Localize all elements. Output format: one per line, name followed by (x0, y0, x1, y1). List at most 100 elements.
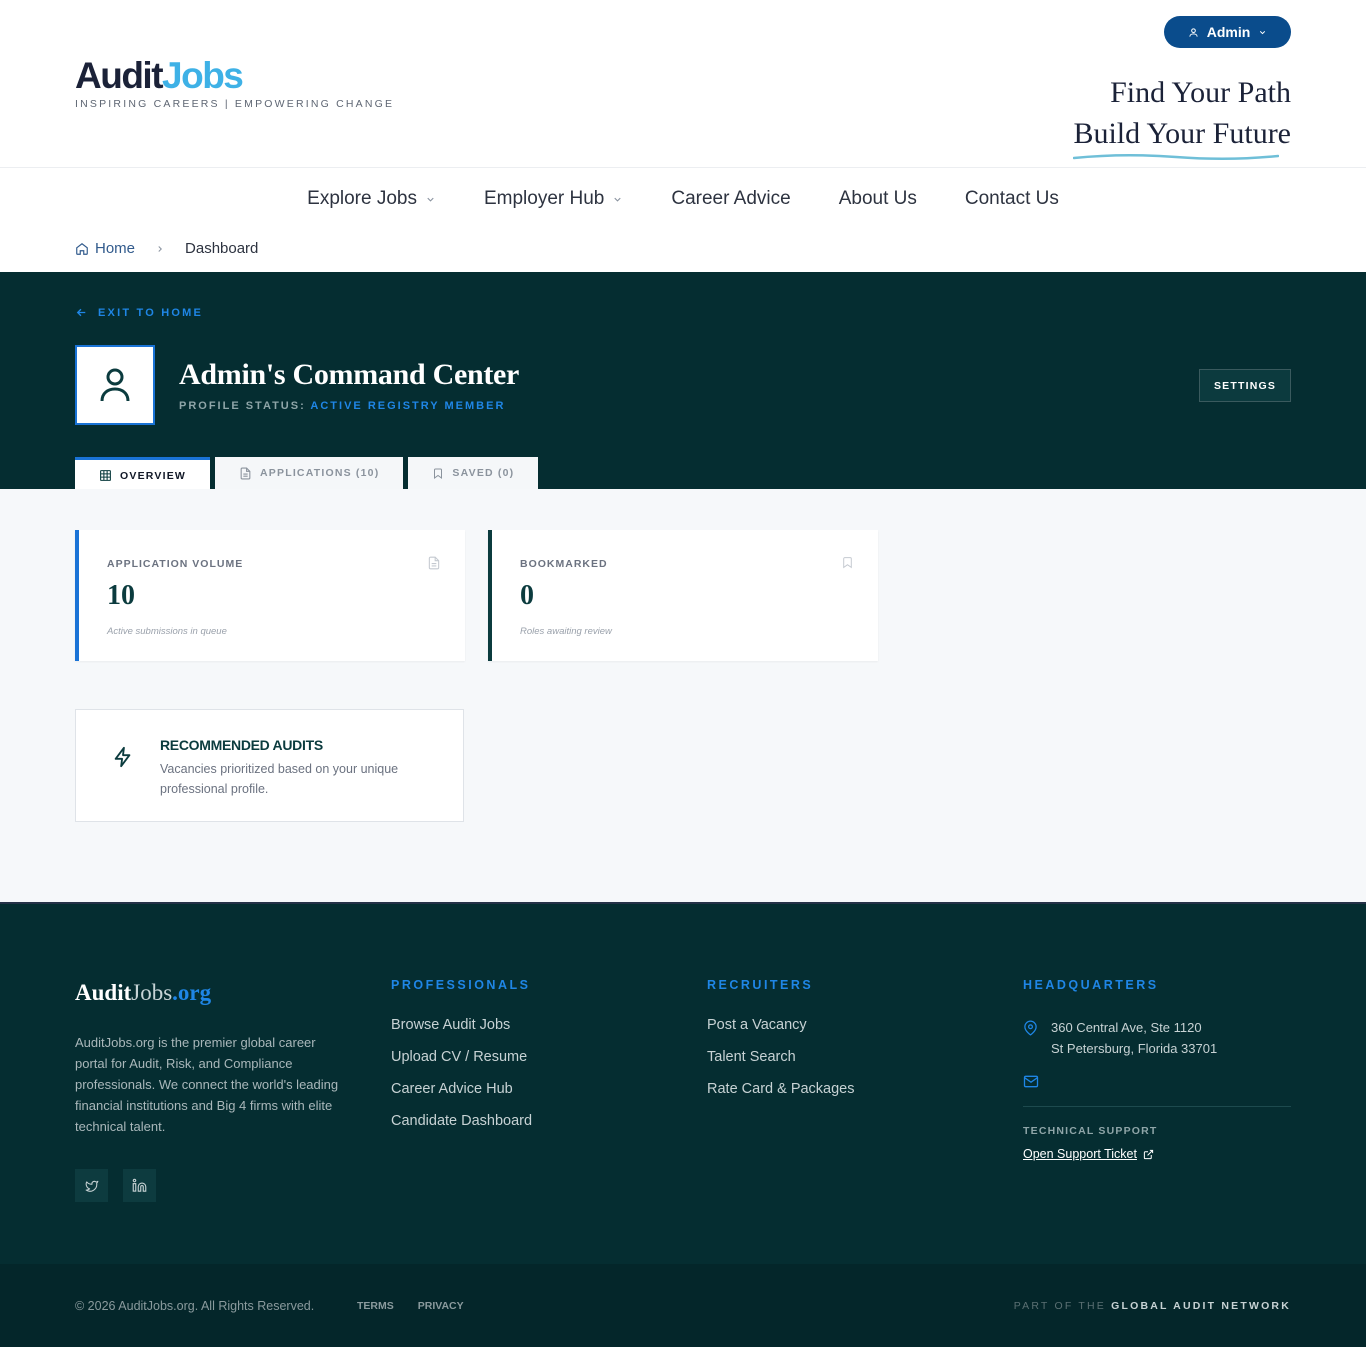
twitter-link[interactable] (75, 1169, 108, 1202)
twitter-icon (85, 1180, 98, 1192)
mail-icon[interactable] (1023, 1075, 1039, 1088)
profile-status-label: PROFILE STATUS: (179, 400, 306, 412)
site-logo[interactable]: AuditJobs (75, 55, 244, 96)
stat-subtext: Active submissions in queue (107, 626, 227, 637)
nav-career-advice[interactable]: Career Advice (671, 188, 790, 210)
stat-card-bookmarked: BOOKMARKED 0 Roles awaiting review (488, 530, 878, 661)
user-menu-button[interactable]: Admin (1164, 16, 1291, 48)
recommended-description: Vacancies prioritized based on your uniq… (160, 762, 399, 796)
tab-overview-label: OVERVIEW (120, 469, 187, 482)
footer-link-browse-audit-jobs[interactable]: Browse Audit Jobs (391, 1016, 532, 1035)
nav-about-us-label: About Us (838, 188, 917, 209)
main-nav: Explore Jobs Employer Hub Career Advice … (0, 168, 1366, 230)
grid-icon (100, 470, 111, 481)
breadcrumb-home-label: Home (95, 240, 136, 257)
user-icon (1189, 27, 1198, 37)
legal-links: TERMS PRIVACY (357, 1300, 464, 1312)
logo-text-jobs: Jobs (162, 55, 244, 96)
footer-divider (1023, 1106, 1291, 1107)
linkedin-link[interactable] (123, 1169, 156, 1202)
tab-applications-label: APPLICATIONS (10) (260, 467, 380, 479)
wave-underline (1073, 153, 1280, 161)
home-icon (76, 242, 88, 255)
user-menu-label: Admin (1206, 24, 1251, 40)
site-tagline: INSPIRING CAREERS | EMPOWERING CHANGE (75, 98, 395, 110)
profile-status-value: ACTIVE REGISTRY MEMBER (310, 400, 506, 412)
privacy-link[interactable]: PRIVACY (418, 1300, 464, 1312)
profile-status: PROFILE STATUS: ACTIVE REGISTRY MEMBER (179, 400, 505, 412)
page-title: Admin's Command Center (179, 358, 520, 391)
nav-employer-hub[interactable]: Employer Hub (484, 188, 623, 210)
header-slogan: Find Your Path Build Your Future (1073, 72, 1291, 161)
tab-saved[interactable]: SAVED (0) (408, 457, 539, 489)
document-icon (240, 467, 251, 479)
nav-contact-us[interactable]: Contact Us (965, 188, 1059, 210)
site-footer: AuditJobs.org AuditJobs.org is the premi… (0, 902, 1366, 1264)
stat-subtext: Roles awaiting review (520, 626, 612, 637)
footer-logo-audit: Audit (75, 980, 132, 1005)
network-name: GLOBAL AUDIT NETWORK (1111, 1300, 1291, 1312)
tab-saved-label: SAVED (0) (452, 467, 515, 479)
footer-hq-title: HEADQUARTERS (1023, 978, 1159, 992)
footer-address-line-1: 360 Central Ave, Ste 1120 (1051, 1020, 1202, 1035)
footer-professionals-title: PROFESSIONALS (391, 978, 531, 992)
arrow-left-icon (76, 308, 86, 317)
nav-explore-jobs-label: Explore Jobs (307, 188, 417, 209)
linkedin-icon (132, 1178, 147, 1192)
network-prefix: PART OF THE (1013, 1300, 1106, 1312)
stat-card-applications: APPLICATION VOLUME 10 Active submissions… (75, 530, 465, 661)
map-pin-icon (1024, 1020, 1037, 1036)
tab-applications[interactable]: APPLICATIONS (10) (215, 457, 404, 489)
logo-text-audit: Audit (75, 55, 164, 96)
document-icon (428, 556, 440, 570)
stat-value: 0 (520, 580, 534, 611)
footer-description: AuditJobs.org is the premier global care… (75, 1035, 339, 1134)
footer-logo-org: .org (172, 980, 212, 1005)
settings-button[interactable]: SETTINGS (1199, 369, 1291, 402)
footer-recruiters-links: Post a Vacancy Talent Search Rate Card &… (707, 1016, 855, 1099)
footer-link-rate-card[interactable]: Rate Card & Packages (707, 1080, 855, 1099)
breadcrumb: Home Dashboard (75, 240, 258, 257)
footer-link-post-vacancy[interactable]: Post a Vacancy (707, 1016, 855, 1035)
stat-value: 10 (107, 580, 135, 611)
exit-to-home-label: EXIT TO HOME (98, 306, 204, 319)
stat-label: BOOKMARKED (520, 558, 608, 570)
breadcrumb-current: Dashboard (185, 240, 259, 257)
footer-professionals-links: Browse Audit Jobs Upload CV / Resume Car… (391, 1016, 532, 1131)
tech-support-label: TECHNICAL SUPPORT (1023, 1125, 1158, 1137)
footer-link-upload-cv[interactable]: Upload CV / Resume (391, 1048, 532, 1067)
dashboard-main: APPLICATION VOLUME 10 Active submissions… (0, 489, 1366, 902)
footer-logo-jobs: Jobs (131, 980, 173, 1005)
recommended-title: RECOMMENDED AUDITS (160, 737, 323, 753)
footer-link-career-advice-hub[interactable]: Career Advice Hub (391, 1080, 532, 1099)
nav-explore-jobs[interactable]: Explore Jobs (307, 188, 436, 210)
footer-link-talent-search[interactable]: Talent Search (707, 1048, 855, 1067)
bookmark-icon (434, 468, 443, 479)
footer-address-line-2: St Petersburg, Florida 33701 (1051, 1041, 1218, 1056)
footer-recruiters-title: RECRUITERS (707, 978, 814, 992)
breadcrumb-home[interactable]: Home (75, 240, 135, 257)
terms-link[interactable]: TERMS (357, 1300, 394, 1312)
recommended-audits-card[interactable]: RECOMMENDED AUDITS Vacancies prioritized… (75, 709, 464, 822)
chevron-down-icon (1260, 30, 1266, 34)
nav-employer-hub-label: Employer Hub (483, 188, 605, 209)
slogan-line-1: Find Your Path (1110, 76, 1291, 109)
footer-link-candidate-dashboard[interactable]: Candidate Dashboard (391, 1112, 532, 1131)
dashboard-hero: EXIT TO HOME Admin's Command Center PROF… (0, 272, 1366, 497)
open-support-ticket-link[interactable]: Open Support Ticket (1023, 1147, 1154, 1161)
footer-logo[interactable]: AuditJobs.org (75, 980, 211, 1006)
nav-about-us[interactable]: About Us (839, 188, 917, 210)
bookmark-icon (843, 557, 852, 569)
nav-career-advice-label: Career Advice (671, 188, 791, 209)
chevron-down-icon (427, 197, 434, 202)
copyright: © 2026 AuditJobs.org. All Rights Reserve… (75, 1299, 315, 1313)
open-support-ticket-label: Open Support Ticket (1023, 1147, 1137, 1161)
footer-bottom-bar: © 2026 AuditJobs.org. All Rights Reserve… (0, 1264, 1366, 1347)
stat-label: APPLICATION VOLUME (107, 558, 244, 570)
external-link-icon (1143, 1149, 1154, 1159)
site-header: AuditJobs INSPIRING CAREERS | EMPOWERING… (0, 0, 1366, 168)
nav-contact-us-label: Contact Us (964, 188, 1059, 209)
exit-to-home-link[interactable]: EXIT TO HOME (75, 306, 203, 319)
slogan-line-2: Build Your Future (1073, 117, 1291, 150)
user-icon (100, 368, 130, 402)
